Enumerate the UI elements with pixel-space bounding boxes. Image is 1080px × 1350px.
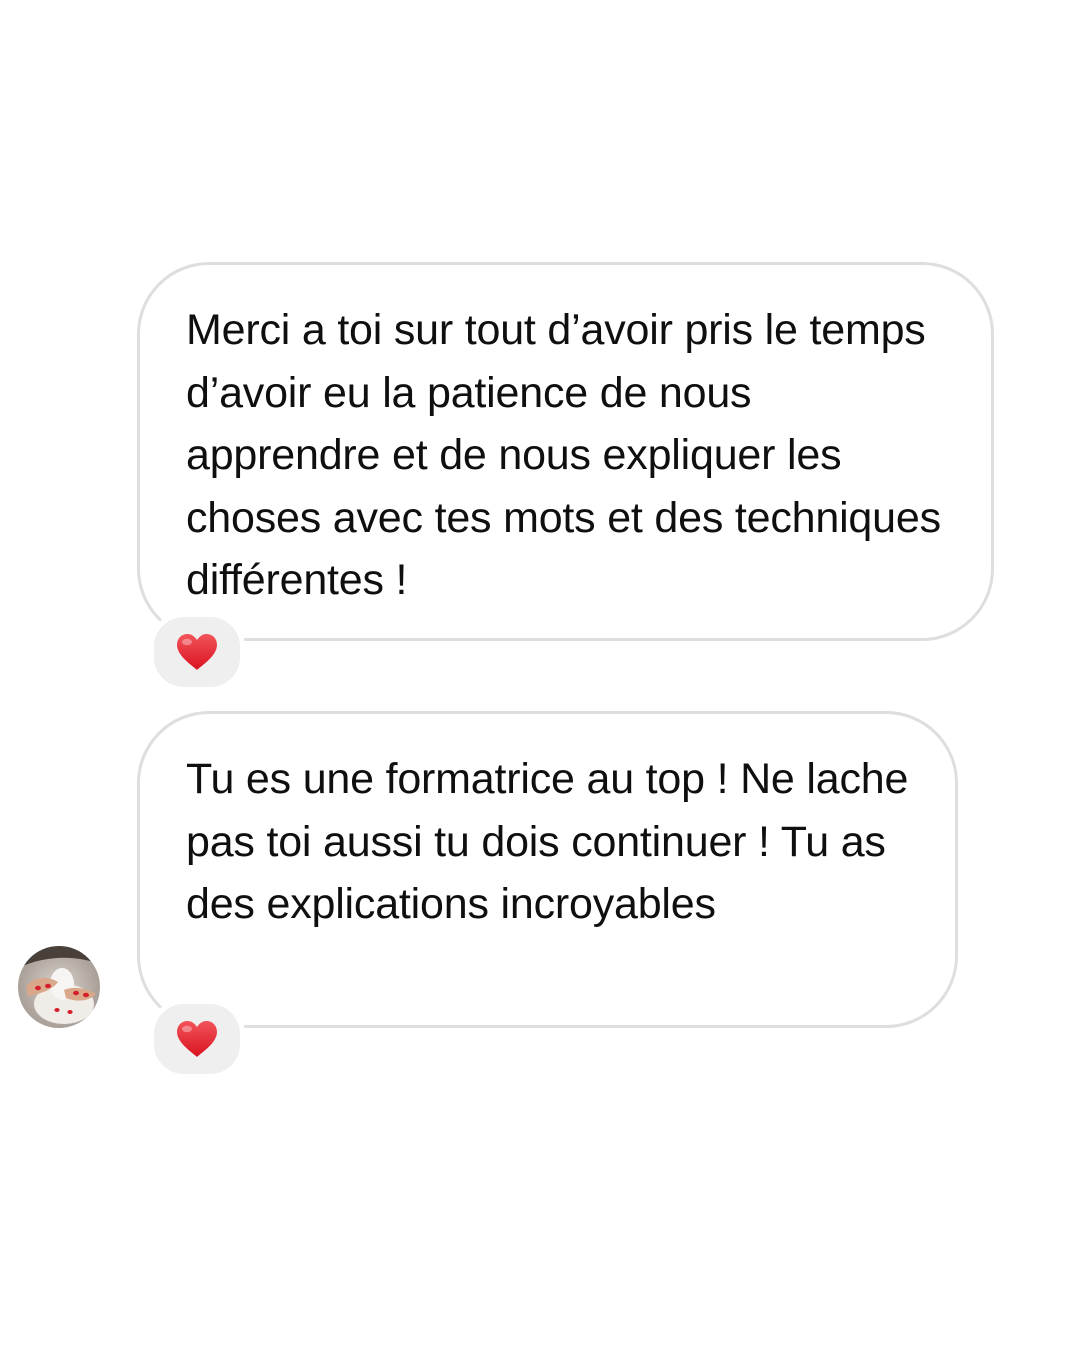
message-bubble[interactable]: Merci a toi sur tout d’avoir pris le tem… (137, 262, 994, 641)
heart-icon (177, 634, 217, 670)
message-text: Merci a toi sur tout d’avoir pris le tem… (186, 306, 941, 604)
reaction-badge[interactable] (149, 999, 245, 1079)
avatar-photo (18, 946, 100, 1028)
message-bubble[interactable]: Tu es une formatrice au top ! Ne lache p… (137, 711, 958, 1028)
message-text: Tu es une formatrice au top ! Ne lache p… (186, 755, 909, 928)
heart-icon (177, 1021, 217, 1057)
reaction-badge[interactable] (149, 612, 245, 692)
avatar[interactable] (18, 946, 100, 1028)
